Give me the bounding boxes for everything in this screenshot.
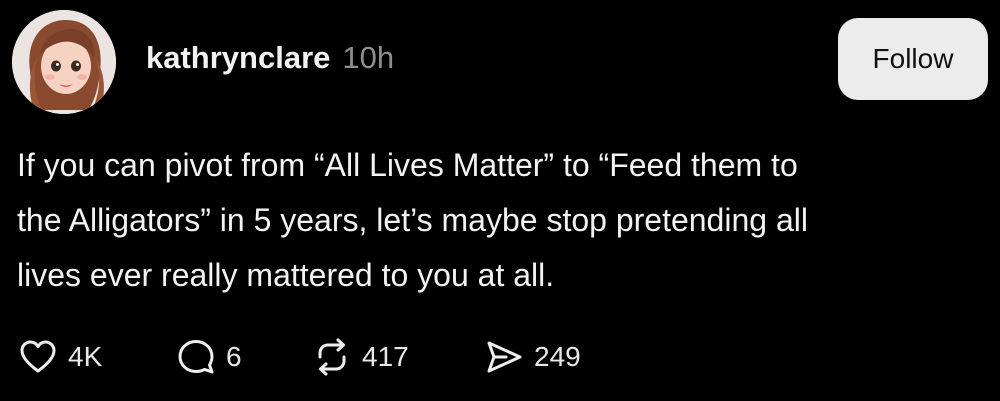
post-text-line: If you can pivot from “All Lives Matter”… xyxy=(17,147,798,183)
post-text-line: lives ever really mattered to you at all… xyxy=(17,257,555,293)
post-card: kathrynclare 10h Follow If you can pivot… xyxy=(0,0,1000,401)
post-body: If you can pivot from “All Lives Matter”… xyxy=(17,138,977,303)
repost-count: 417 xyxy=(362,341,409,372)
post-text-line: the Alligators” in 5 years, let’s maybe … xyxy=(17,202,808,238)
share-count: 249 xyxy=(534,341,581,372)
comment-count: 6 xyxy=(226,341,242,372)
post-actions: 4K 6 417 249 xyxy=(18,334,718,380)
avatar-illustration xyxy=(12,10,116,114)
post-header: kathrynclare 10h xyxy=(146,40,394,82)
post-timestamp: 10h xyxy=(342,40,395,75)
send-paper-plane-icon xyxy=(487,341,522,373)
repost-button[interactable]: 417 xyxy=(312,334,409,380)
follow-button[interactable]: Follow xyxy=(838,18,988,100)
author-avatar[interactable] xyxy=(12,10,116,114)
comment-bubble-icon xyxy=(178,340,214,374)
like-count: 4K xyxy=(68,341,103,372)
author-username[interactable]: kathrynclare xyxy=(146,40,330,76)
share-button[interactable]: 249 xyxy=(484,334,581,380)
like-button[interactable]: 4K xyxy=(18,334,102,380)
repost-arrows-icon xyxy=(318,338,346,376)
heart-icon xyxy=(20,340,56,373)
comment-button[interactable]: 6 xyxy=(176,334,242,380)
